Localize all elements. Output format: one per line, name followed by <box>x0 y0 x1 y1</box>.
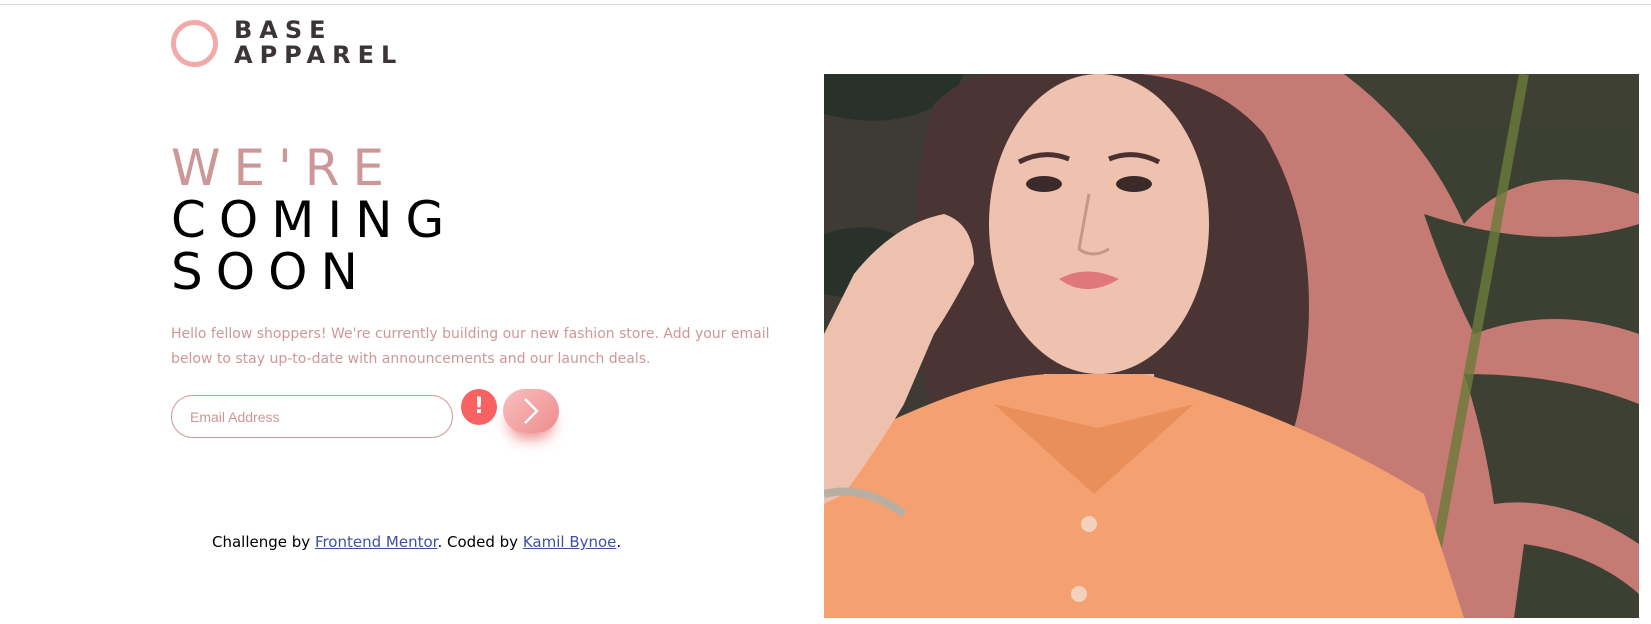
headline-line-2: COMING <box>171 191 458 249</box>
brand-wordmark: BASE APPAREL <box>234 18 403 68</box>
brand-line-1: BASE <box>234 16 333 44</box>
chevron-right-icon <box>524 398 539 424</box>
exclamation-icon: ! <box>461 389 497 425</box>
ring-icon <box>171 19 218 67</box>
hero-image <box>824 74 1639 618</box>
brand-line-2: APPAREL <box>234 41 404 69</box>
attribution-suffix: . <box>616 533 622 551</box>
intro-text: Hello fellow shoppers! We're currently b… <box>171 326 770 367</box>
page-headline: WE'RE COMING SOON <box>171 142 457 298</box>
brand-logo: BASE APPAREL <box>171 18 403 68</box>
headline-line-1: WE'RE <box>171 139 398 197</box>
frontend-mentor-link[interactable]: Frontend Mentor <box>315 533 438 551</box>
coming-soon-page: BASE APPAREL WE'RE COMING SOON Hello fel… <box>0 0 1651 624</box>
attribution: Challenge by Frontend Mentor. Coded by K… <box>212 533 621 551</box>
author-link[interactable]: Kamil Bynoe <box>523 533 617 551</box>
attribution-middle: . Coded by <box>437 533 523 551</box>
email-field[interactable] <box>171 395 453 438</box>
hero-photo-illustration <box>824 74 1639 618</box>
headline-line-3: SOON <box>171 243 371 301</box>
attribution-prefix: Challenge by <box>212 533 315 551</box>
submit-button[interactable] <box>503 389 559 433</box>
top-divider <box>0 4 1651 5</box>
